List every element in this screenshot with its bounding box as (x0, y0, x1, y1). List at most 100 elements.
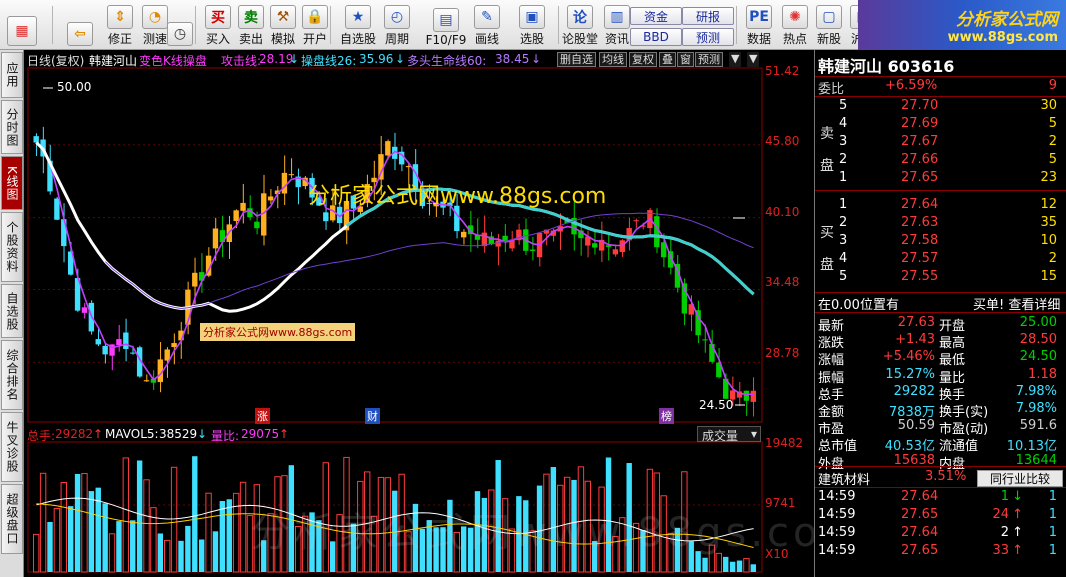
candle-body (529, 249, 536, 251)
candle-body (95, 339, 101, 345)
back-arrow-toolbar-button[interactable]: ⇦ (63, 3, 97, 47)
side-tab[interactable]: 牛叉诊股 (1, 412, 23, 482)
high-price-label: 50.00 (57, 80, 92, 94)
chevron-down-icon[interactable]: ▼ (747, 52, 760, 67)
up-down-arrows-toolbar-button[interactable]: ⇕ 修正 (103, 3, 137, 47)
down-arrow-icon: ↓ (197, 427, 208, 441)
chart-header-button[interactable]: 窗 (677, 52, 694, 67)
toolbar-small-button[interactable]: 预测 (682, 28, 734, 46)
stat-label: 振幅 (818, 370, 845, 386)
hot-toolbar-button[interactable]: ✺ 热点 (778, 3, 812, 47)
toolbar-small-button[interactable]: 研报 (682, 7, 734, 25)
volume-bar (60, 482, 67, 573)
side-tab[interactable]: 超级盘口 (1, 484, 23, 554)
order-book-row[interactable]: 3 27.67 2 (815, 134, 1066, 152)
grid-toolbar-button[interactable]: ▦ (5, 3, 39, 47)
tick-time: 14:59 (818, 507, 856, 522)
sell-toolbar-button[interactable]: 卖卖出 (234, 3, 268, 47)
pe-toolbar-button[interactable]: PE 数据 (742, 3, 776, 47)
order-price: 27.63 (901, 215, 939, 230)
ipo-icon: ▢ (816, 5, 842, 29)
screen-toolbar-button[interactable]: ▣ 选股 (515, 3, 549, 47)
side-tab[interactable]: 应用 (1, 52, 23, 98)
stat-value: 28.50 (1019, 332, 1057, 348)
order-volume: 30 (1040, 98, 1057, 113)
buy-toolbar-button[interactable]: 买买入 (201, 3, 235, 47)
order-book-row[interactable]: 2 27.66 5 (815, 152, 1066, 170)
order-book-row[interactable]: 3 27.58 10 (815, 233, 1066, 251)
chart-header-button[interactable]: 预测 (695, 52, 723, 67)
candle-body (143, 380, 150, 382)
toolbar-button-label: 画线 (474, 32, 499, 46)
attack-line-label: 攻击线: (221, 54, 262, 68)
stat-value: 15.27% (885, 366, 935, 382)
down-arrow-icon: ↓ (395, 52, 406, 66)
stat-label: 市盈(动) (939, 422, 989, 438)
side-tab[interactable]: 分时图 (1, 100, 23, 154)
news-toolbar-button[interactable]: ▥ 资讯 (600, 3, 634, 47)
toolbar-small-button[interactable]: 资金 (630, 7, 682, 25)
order-book-row[interactable]: 1 27.65 23 (815, 170, 1066, 188)
chart-header-button[interactable]: 复权 (629, 52, 657, 67)
side-tab[interactable]: 自选股 (1, 284, 23, 338)
divider (815, 190, 1066, 191)
volume-bar (164, 539, 171, 573)
volume-bar (219, 501, 226, 572)
order-book-row[interactable]: 1 27.64 12 (815, 197, 1066, 215)
buy-order-link[interactable]: 买单! 查看详细 (973, 294, 1060, 313)
candle-body (123, 332, 129, 350)
event-marker-limit-up[interactable]: 涨 (255, 408, 270, 424)
chart-header-button[interactable]: 删自选 (557, 52, 596, 67)
event-marker-rank[interactable]: 榜 (659, 408, 674, 424)
f10-toolbar-button[interactable]: ▤ F10/F9 (422, 3, 470, 47)
toolbar-button-label: 周期 (384, 32, 409, 46)
order-book-row[interactable]: 5 27.70 30 (815, 98, 1066, 116)
chart-header-button[interactable]: 均线 (599, 52, 627, 67)
order-level: 3 (839, 233, 848, 248)
toolbar-small-button[interactable]: BBD (630, 28, 682, 46)
order-book-row[interactable]: 4 27.57 2 (815, 251, 1066, 269)
event-marker-finance[interactable]: 财 (365, 408, 380, 424)
kline-chart[interactable]: 日线(复权) 韩建河山 变色K线操盘 攻击线: 28.19 ↓ 操盘线26: 3… (25, 50, 860, 577)
forum-toolbar-button[interactable]: 论论股堂 (560, 3, 600, 47)
side-tab[interactable]: K线图 (1, 156, 23, 210)
buy-icon: 买 (205, 5, 231, 29)
order-level: 2 (839, 215, 848, 230)
stat-label: 总手 (818, 387, 845, 403)
toolbar-button-label: 热点 (782, 32, 807, 46)
grid-icon: ▦ (7, 16, 37, 46)
industry-compare-button[interactable]: 同行业比较 (977, 470, 1063, 487)
order-price: 27.67 (901, 134, 939, 149)
star-folder-toolbar-button[interactable]: ★ 自选股 (336, 3, 380, 47)
hammer-toolbar-button[interactable]: ⚒ 模拟 (266, 3, 300, 47)
tick-volume: 1 (1000, 489, 1009, 504)
stat-value: 7.98% (1015, 401, 1057, 416)
down-arrow-icon: ↓ (531, 52, 542, 66)
order-level: 3 (839, 134, 848, 149)
lock-toolbar-button[interactable]: 🔒 开户 (298, 3, 332, 47)
volume-indicator-dropdown[interactable]: 成交量 ▾ (697, 426, 761, 443)
order-level: 1 (839, 170, 848, 185)
stat-value: 591.6 (1019, 418, 1057, 434)
tick-list: 14:59 27.64 1 ↓ 1 14:59 27.65 24 ↑ 1 14:59 27.64 2 ↑ 1… (815, 489, 1066, 577)
side-tab[interactable]: 综合排名 (1, 340, 23, 410)
cycle-toolbar-button[interactable]: ◴ 周期 (380, 3, 414, 47)
ipo-toolbar-button[interactable]: ▢ 新股 (812, 3, 846, 47)
clock-toolbar-button[interactable]: ◷ (163, 3, 197, 47)
toolbar-button-label: 卖出 (238, 32, 263, 46)
order-book-row[interactable]: 5 27.55 15 (815, 269, 1066, 287)
volume-bar (67, 506, 74, 572)
volume-bar (53, 508, 61, 573)
hot-icon: ✺ (782, 5, 808, 29)
candle-body (750, 390, 756, 402)
sector-label[interactable]: 建筑材料 (818, 469, 870, 488)
chevron-down-icon[interactable]: ▼ (729, 52, 742, 67)
pencil-toolbar-button[interactable]: ✎ 画线 (470, 3, 504, 47)
order-book-row[interactable]: 2 27.63 35 (815, 215, 1066, 233)
order-book-row[interactable]: 4 27.69 5 (815, 116, 1066, 134)
stat-value: 10.13亿 (1006, 439, 1057, 455)
order-price: 27.69 (901, 116, 939, 131)
side-tab[interactable]: 个股资料 (1, 212, 23, 282)
divider (815, 76, 1066, 77)
chart-header-button[interactable]: 叠 (659, 52, 676, 67)
